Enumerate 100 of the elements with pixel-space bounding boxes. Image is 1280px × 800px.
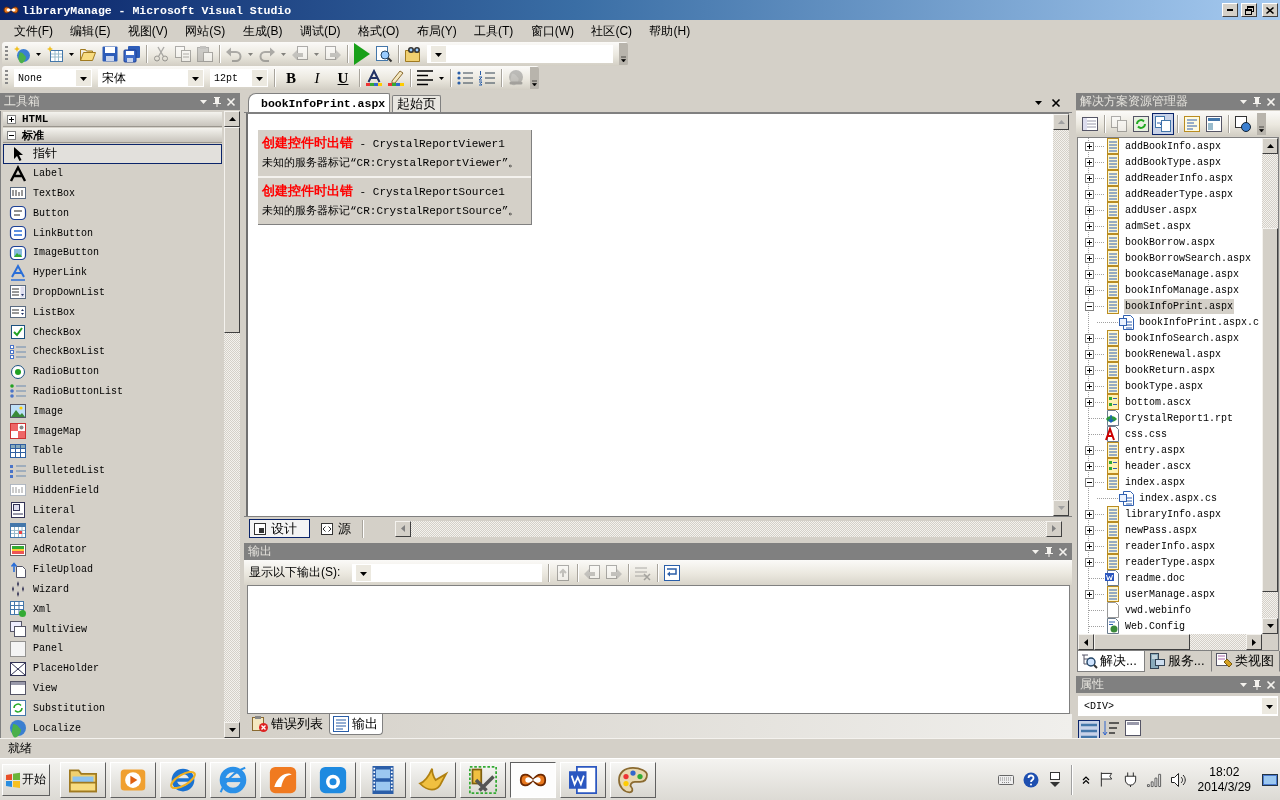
restore-button[interactable] [1241,3,1257,17]
minus-box-icon[interactable] [1084,301,1094,311]
scroll-down-button[interactable] [1262,618,1278,634]
toolbox-item[interactable]: RadioButtonList [3,381,222,402]
tree-item[interactable]: bookRenewal.aspx [1124,346,1222,362]
toggle-button[interactable] [1152,112,1174,135]
toolbox-item[interactable]: View [3,678,222,699]
font-select[interactable]: 宋体 [98,69,204,87]
plus-box-icon[interactable] [1084,461,1094,471]
pin-icon[interactable] [1253,679,1261,690]
toolbox-item[interactable]: ListBox [3,302,222,323]
caret-icon[interactable] [439,76,444,80]
horizontal-scrollbar[interactable] [1078,634,1262,650]
minus-box-icon[interactable] [1084,477,1094,487]
text-style-button[interactable]: U [333,68,353,88]
scroll-down-button[interactable] [1053,500,1069,516]
plus-box-icon[interactable] [1084,157,1094,167]
plus-box-icon[interactable] [1084,269,1094,279]
minimize-button[interactable] [1222,3,1238,17]
toolbox-group-header[interactable]: HTML [3,112,222,127]
scroll-left-button[interactable] [1078,634,1094,650]
tree-item[interactable]: libraryInfo.aspx [1124,506,1222,522]
dropdown-arrow-icon[interactable] [1035,101,1042,105]
block-format-select[interactable]: None [14,69,92,87]
plus-box-icon[interactable] [1084,253,1094,263]
toolbox-item[interactable]: Localize [3,718,222,738]
tree-item[interactable]: header.ascx [1124,458,1192,474]
tree-item[interactable]: bottom.ascx [1124,394,1192,410]
tree-item[interactable]: addBookType.aspx [1124,154,1222,170]
tree-item[interactable]: bookBorrow.aspx [1124,234,1216,250]
property-pages-icon[interactable] [1125,720,1141,736]
vertical-scrollbar[interactable] [224,111,240,738]
toolbox-item[interactable]: LinkButton [3,223,222,243]
scroll-up-button[interactable] [1053,114,1069,130]
horizontal-scrollbar[interactable] [395,520,1062,537]
document-tab[interactable]: bookInfoPrint.aspx [248,93,391,112]
toolbox-item[interactable]: Panel [3,638,222,659]
menu-item[interactable]: 窗口(W) [522,22,583,40]
minus-box-icon[interactable] [7,130,16,140]
start-button[interactable]: 开始 [2,763,50,796]
scroll-up-button[interactable] [1262,138,1278,154]
close-icon[interactable] [1052,99,1060,107]
tree-item[interactable]: bookBorrowSearch.aspx [1124,250,1253,266]
plus-box-icon[interactable] [1084,221,1094,231]
toolbox-item[interactable]: Label [3,163,222,184]
toolbar-grip[interactable] [5,46,8,62]
text-style-button[interactable]: I [307,68,327,88]
toolbox-item[interactable]: Xml [3,599,222,620]
plus-box-icon[interactable] [1084,589,1094,599]
code-view-icon[interactable] [1184,115,1200,132]
word-wrap-icon[interactable] [664,564,681,581]
tree-item[interactable]: bookInfoSearch.aspx [1124,330,1241,346]
tree-item[interactable]: addReaderInfo.aspx [1124,170,1235,186]
toolbox-item[interactable]: PlaceHolder [3,658,222,679]
plus-box-icon[interactable] [1084,381,1094,391]
tree-item[interactable]: bookcaseManage.aspx [1124,266,1241,282]
plus-box-icon[interactable] [1084,509,1094,519]
tree-item[interactable]: CrystalReport1.rpt [1124,410,1235,426]
menu-item[interactable]: 生成(B) [233,22,292,40]
toolbox-item[interactable]: AdRotator [3,539,222,560]
toolbox-item[interactable]: Image [3,401,222,422]
speaker-icon[interactable] [1170,771,1187,788]
tree-item[interactable]: userManage.aspx [1124,586,1216,602]
numbered-list-icon[interactable] [479,70,495,86]
tree-item[interactable]: index.aspx [1124,474,1186,490]
keyboard-icon[interactable] [997,774,1014,785]
tree-item[interactable]: newPass.aspx [1124,522,1198,538]
flag-icon[interactable] [1098,772,1114,787]
toggle-button[interactable] [1078,720,1100,738]
open-folder-icon[interactable] [80,46,96,62]
menu-item[interactable]: 布局(Y) [407,22,466,40]
designer-view-icon[interactable] [1206,115,1222,132]
globe-sparkle-icon[interactable] [14,46,30,62]
plus-box-icon[interactable] [1084,349,1094,359]
scrollbar-thumb[interactable] [224,127,240,334]
toolbox-item[interactable]: TextBox [3,183,222,204]
tree-item[interactable]: readerType.aspx [1124,554,1216,570]
panel-tab[interactable]: 输出 [329,714,383,735]
scroll-right-button[interactable] [1046,520,1062,537]
sorted-list-icon[interactable] [1103,720,1119,736]
save-all-icon[interactable] [124,46,140,62]
folder-binoculars-icon[interactable] [405,46,421,62]
help-icon[interactable] [1022,771,1039,788]
plus-box-icon[interactable] [1084,205,1094,215]
save-icon[interactable] [102,46,118,62]
scrollbar-thumb[interactable] [1094,634,1190,650]
toolbox-item[interactable]: CheckBoxList [3,341,222,362]
scrollbar-thumb[interactable] [1262,227,1278,593]
tree-item[interactable]: readme.doc [1124,570,1186,586]
vertical-scrollbar[interactable] [1053,114,1069,516]
tree-item[interactable]: bookReturn.aspx [1124,362,1216,378]
play-icon[interactable] [354,43,370,65]
tree-item[interactable]: bookInfoManage.aspx [1124,282,1241,298]
scroll-left-button[interactable] [395,520,411,537]
panel-tab[interactable]: 错误列表 [248,714,328,735]
menu-item[interactable]: 调试(D) [291,22,350,40]
vertical-scrollbar[interactable] [1262,138,1278,634]
tree-item[interactable]: admSet.aspx [1124,218,1192,234]
toolbox-item[interactable]: FileUpload [3,559,222,580]
toolbox-group-header[interactable]: 标准 [3,128,222,143]
